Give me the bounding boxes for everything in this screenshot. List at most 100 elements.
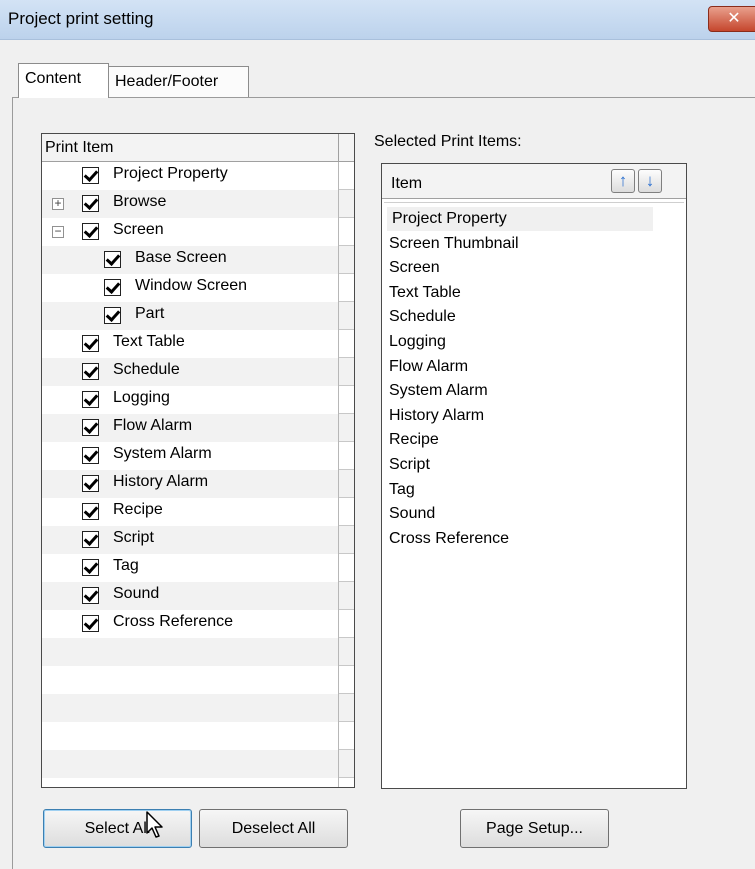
tree-item-label: Flow Alarm <box>113 417 193 434</box>
selected-list-item[interactable]: Project Property <box>387 207 653 231</box>
checkbox[interactable] <box>82 587 99 604</box>
tree-item[interactable]: Part <box>42 302 338 330</box>
selected-list-item[interactable]: Script <box>389 453 430 477</box>
tree-item-label: Screen <box>113 221 164 238</box>
tree-tick <box>339 581 354 582</box>
list-header-label: Item <box>391 175 423 192</box>
tree-item-label: Cross Reference <box>113 613 234 630</box>
checkbox[interactable] <box>82 531 99 548</box>
collapse-icon[interactable]: − <box>52 225 64 238</box>
expand-icon[interactable]: + <box>52 197 64 210</box>
title-bar: Project print setting ✕ <box>0 0 755 40</box>
tree-item-label: Schedule <box>113 361 180 378</box>
checkbox[interactable] <box>82 615 99 632</box>
tree-tick <box>339 441 354 442</box>
deselect-all-button[interactable]: Deselect All <box>199 809 348 848</box>
selected-list-item[interactable]: Flow Alarm <box>389 355 468 379</box>
tree-item[interactable]: Recipe <box>42 498 338 526</box>
close-button[interactable]: ✕ <box>708 6 755 32</box>
select-all-button[interactable]: Select All <box>43 809 192 848</box>
tree-item-label: Script <box>113 529 154 546</box>
move-down-icon[interactable]: ↓ <box>638 169 662 193</box>
selected-list-item[interactable]: Cross Reference <box>389 527 509 551</box>
checkbox[interactable] <box>82 475 99 492</box>
tree-tick <box>339 245 354 246</box>
tree-item-label: Project Property <box>113 165 228 182</box>
selected-list-item[interactable]: Sound <box>389 502 435 526</box>
selected-list-item[interactable]: Screen <box>389 256 440 280</box>
tree-item[interactable]: Sound <box>42 582 338 610</box>
tree-item[interactable]: Base Screen <box>42 246 338 274</box>
tree-tick <box>339 301 354 302</box>
tree-column-line <box>338 162 339 787</box>
checkbox[interactable] <box>82 335 99 352</box>
tree-item[interactable]: − Screen <box>42 218 338 246</box>
tree-tick <box>339 777 354 778</box>
tree-item-label: Tag <box>113 557 139 574</box>
print-item-tree[interactable]: Print Item Project Property + Browse − Scree… <box>41 133 355 788</box>
tree-item[interactable]: Tag <box>42 554 338 582</box>
checkbox[interactable] <box>104 279 121 296</box>
tree-tick <box>339 385 354 386</box>
tree-item-label: Logging <box>113 389 170 406</box>
tree-item[interactable]: Flow Alarm <box>42 414 338 442</box>
tree-item[interactable]: History Alarm <box>42 470 338 498</box>
tree-item[interactable]: Text Table <box>42 330 338 358</box>
tree-item[interactable]: Window Screen <box>42 274 338 302</box>
tree-tick <box>339 357 354 358</box>
checkbox[interactable] <box>82 503 99 520</box>
tree-item[interactable]: System Alarm <box>42 442 338 470</box>
checkbox[interactable] <box>82 195 99 212</box>
tree-item-label: Base Screen <box>135 249 227 266</box>
tab-header-footer[interactable]: Header/Footer <box>109 66 249 97</box>
tree-item-label: Part <box>135 305 165 322</box>
checkbox[interactable] <box>82 447 99 464</box>
tree-tick <box>339 749 354 750</box>
tree-tick <box>339 497 354 498</box>
tree-header-separator <box>338 134 339 162</box>
selected-list-item[interactable]: Tag <box>389 478 415 502</box>
checkbox[interactable] <box>82 419 99 436</box>
tree-header-label: Print Item <box>45 139 114 156</box>
checkbox[interactable] <box>104 251 121 268</box>
mouse-pointer-icon <box>146 811 163 838</box>
checkbox[interactable] <box>82 167 99 184</box>
tree-tick <box>339 721 354 722</box>
list-header[interactable]: Item ↑ ↓ <box>382 164 686 199</box>
tree-stripe <box>42 638 354 666</box>
move-up-icon[interactable]: ↑ <box>611 169 635 193</box>
checkbox[interactable] <box>82 223 99 240</box>
tree-item[interactable]: + Browse <box>42 190 338 218</box>
checkbox[interactable] <box>82 391 99 408</box>
tree-header[interactable]: Print Item <box>42 134 354 162</box>
selected-list-item[interactable]: Recipe <box>389 428 439 452</box>
tree-item[interactable]: Schedule <box>42 358 338 386</box>
selected-list-item[interactable]: Screen Thumbnail <box>389 232 519 256</box>
tree-item-label: Sound <box>113 585 160 602</box>
selected-list-item[interactable]: History Alarm <box>389 404 484 428</box>
tree-item-label: Window Screen <box>135 277 248 294</box>
tree-tick <box>339 189 354 190</box>
tree-tick <box>339 469 354 470</box>
tree-tick <box>339 665 354 666</box>
tree-tick <box>339 553 354 554</box>
selected-list-item[interactable]: Text Table <box>389 281 461 305</box>
page-setup-button[interactable]: Page Setup... <box>460 809 609 848</box>
tree-item-label: Recipe <box>113 501 163 518</box>
tree-item[interactable]: Cross Reference <box>42 610 338 638</box>
tree-item[interactable]: Logging <box>42 386 338 414</box>
tree-tick <box>339 217 354 218</box>
checkbox[interactable] <box>82 559 99 576</box>
tree-item-label: System Alarm <box>113 445 212 462</box>
tree-item[interactable]: Project Property <box>42 162 338 190</box>
tree-item-label: History Alarm <box>113 473 209 490</box>
selected-list-item[interactable]: Logging <box>389 330 446 354</box>
tab-content[interactable]: Content <box>18 63 109 98</box>
checkbox[interactable] <box>104 307 121 324</box>
tree-stripe <box>42 778 354 787</box>
checkbox[interactable] <box>82 363 99 380</box>
selected-list-item[interactable]: Schedule <box>389 305 456 329</box>
selected-items-list[interactable]: Item ↑ ↓ Project Property Screen Thumbnai… <box>381 163 687 789</box>
tree-item[interactable]: Script <box>42 526 338 554</box>
selected-list-item[interactable]: System Alarm <box>389 379 488 403</box>
